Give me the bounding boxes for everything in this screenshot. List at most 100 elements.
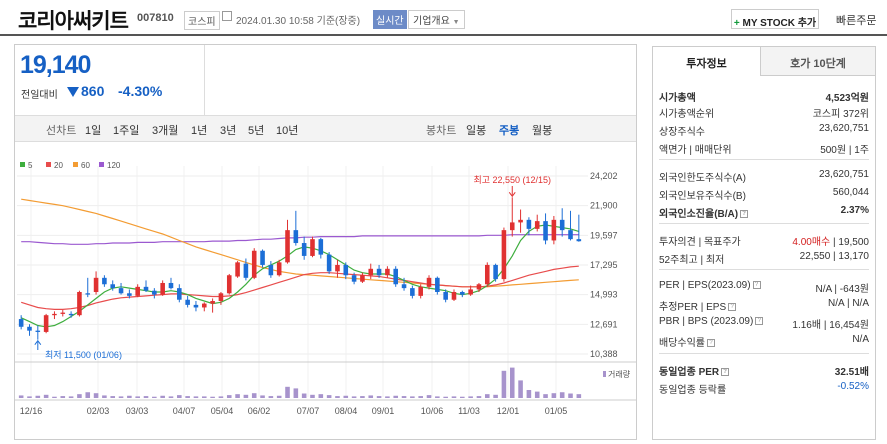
x-tick-label: 06/02 <box>248 406 271 416</box>
x-tick-label: 08/04 <box>335 406 358 416</box>
candle-body <box>385 268 390 276</box>
add-my-stock-label: MY STOCK 추가 <box>742 18 817 29</box>
divider <box>659 223 869 224</box>
info-key: 외국인한도주식수(A) <box>659 173 746 184</box>
candle-body <box>285 230 290 263</box>
plus-icon: + <box>733 18 740 29</box>
volume-bar <box>127 395 132 398</box>
volume-bar <box>351 396 357 398</box>
help-icon[interactable]: ? <box>707 339 715 348</box>
opinion-value: 4.00매수 <box>792 237 831 248</box>
divider <box>659 159 869 160</box>
candle-body <box>251 250 257 278</box>
help-icon[interactable]: ? <box>755 317 764 326</box>
volume-bar <box>401 396 407 398</box>
volume-bar <box>368 395 374 398</box>
info-value: N/A | N/A <box>828 298 869 309</box>
tab-investment-info[interactable]: 투자정보 <box>653 47 761 76</box>
help-icon[interactable]: ? <box>721 368 730 377</box>
candle-body <box>185 299 190 305</box>
volume-bar <box>460 396 465 398</box>
candle-body <box>335 264 340 272</box>
help-icon[interactable]: ? <box>752 281 761 290</box>
volume-bar <box>185 396 190 398</box>
volume-bar <box>501 370 507 398</box>
candle-body <box>201 303 207 308</box>
y-tick-label: 19,597 <box>590 230 618 240</box>
candle-body <box>534 221 540 229</box>
legend-label: 5 <box>28 161 33 170</box>
x-tick-label: 11/03 <box>458 406 480 416</box>
volume-bar <box>193 396 199 398</box>
help-icon[interactable]: ? <box>740 210 749 219</box>
help-icon[interactable]: ? <box>728 303 737 312</box>
candle-body <box>418 286 423 296</box>
candle-body <box>143 286 149 291</box>
candle-body <box>518 219 523 223</box>
min-price-label: 최저 11,500 (01/06) <box>45 350 122 360</box>
candle-body <box>301 243 307 256</box>
candle-body <box>210 301 215 304</box>
info-row-foreign-held: 외국인보유주식수(B) 560,044 <box>659 187 869 202</box>
info-key: 액면가 | 매매단위 <box>659 145 732 156</box>
candle-body <box>568 230 573 240</box>
info-row-est-per: 추정PER | EPS? N/A | N/A <box>659 298 869 313</box>
info-row-market-cap: 시가총액 4,523억원 <box>659 89 869 104</box>
volume-bar <box>60 396 66 398</box>
volume-bar <box>326 395 332 398</box>
add-my-stock-button[interactable]: + MY STOCK 추가 <box>731 9 819 29</box>
candle-body <box>526 219 532 229</box>
info-value: 500원 | 1주 <box>820 145 869 156</box>
volume-bar <box>118 396 124 398</box>
candle-body <box>310 239 315 256</box>
y-tick-label: 24,202 <box>590 171 618 181</box>
tab-order-book[interactable]: 호가 10단계 <box>761 47 875 76</box>
candle-body <box>18 319 24 327</box>
volume-bar <box>543 394 548 398</box>
legend-swatch <box>46 162 51 167</box>
candle-body <box>77 291 82 316</box>
info-key-text: PER | EPS(2023.09) <box>659 280 751 291</box>
info-row-foreign-ratio: 외국인소진율(B/A)? 2.37% <box>659 205 869 220</box>
volume-bar <box>410 396 415 398</box>
volume-bar <box>376 396 382 398</box>
volume-bar <box>310 394 315 398</box>
moving-average-line <box>21 234 579 245</box>
volume-bar <box>35 395 41 398</box>
info-row-opinion: 투자의견 | 목표주가 4.00매수 | 19,500 <box>659 233 869 248</box>
candle-body <box>110 284 116 289</box>
candle-body <box>193 304 199 308</box>
candle-body <box>468 289 473 295</box>
quick-order-link[interactable]: 빠른주문 <box>836 12 876 28</box>
legend-label: 120 <box>107 161 121 170</box>
candle-body <box>435 277 440 292</box>
candle-body <box>451 291 457 300</box>
candle-body <box>276 262 282 276</box>
volume-bar <box>43 394 49 398</box>
info-key-text: 외국인소진율(B/A) <box>659 209 739 220</box>
price-chart[interactable]: 24,202 21,900 19,597 17,295 14,993 12,691 10,3… <box>0 0 640 444</box>
volume-bar <box>360 396 365 398</box>
volume-bar <box>443 396 448 398</box>
candle-body <box>168 282 174 289</box>
legend-swatch <box>99 162 104 167</box>
volume-bar <box>251 393 257 398</box>
volume-bar <box>568 393 573 398</box>
info-tabs: 투자정보 호가 10단계 <box>653 47 875 76</box>
info-value: 코스피 372위 <box>812 109 869 120</box>
info-key: 배당수익률? <box>659 334 715 349</box>
candle-body <box>52 313 57 316</box>
legend-label: 60 <box>81 161 90 170</box>
info-key: 외국인보유주식수(B) <box>659 191 746 202</box>
volume-label: 거래량 <box>608 369 631 379</box>
candle-body <box>268 264 274 276</box>
volume-bar <box>451 396 457 398</box>
candle-body <box>576 239 582 242</box>
volume-bar <box>168 396 174 398</box>
info-row-pbr: PBR | BPS (2023.09)? 1.16배 | 16,454원 <box>659 316 869 331</box>
info-value: -0.52% <box>837 381 869 392</box>
volume-bar <box>68 396 74 398</box>
x-tick-label: 12/01 <box>497 406 520 416</box>
investment-info-panel: 투자정보 호가 10단계 시가총액 4,523억원 시가총액순위 코스피 372위 … <box>652 46 876 440</box>
candle-body <box>484 264 490 285</box>
